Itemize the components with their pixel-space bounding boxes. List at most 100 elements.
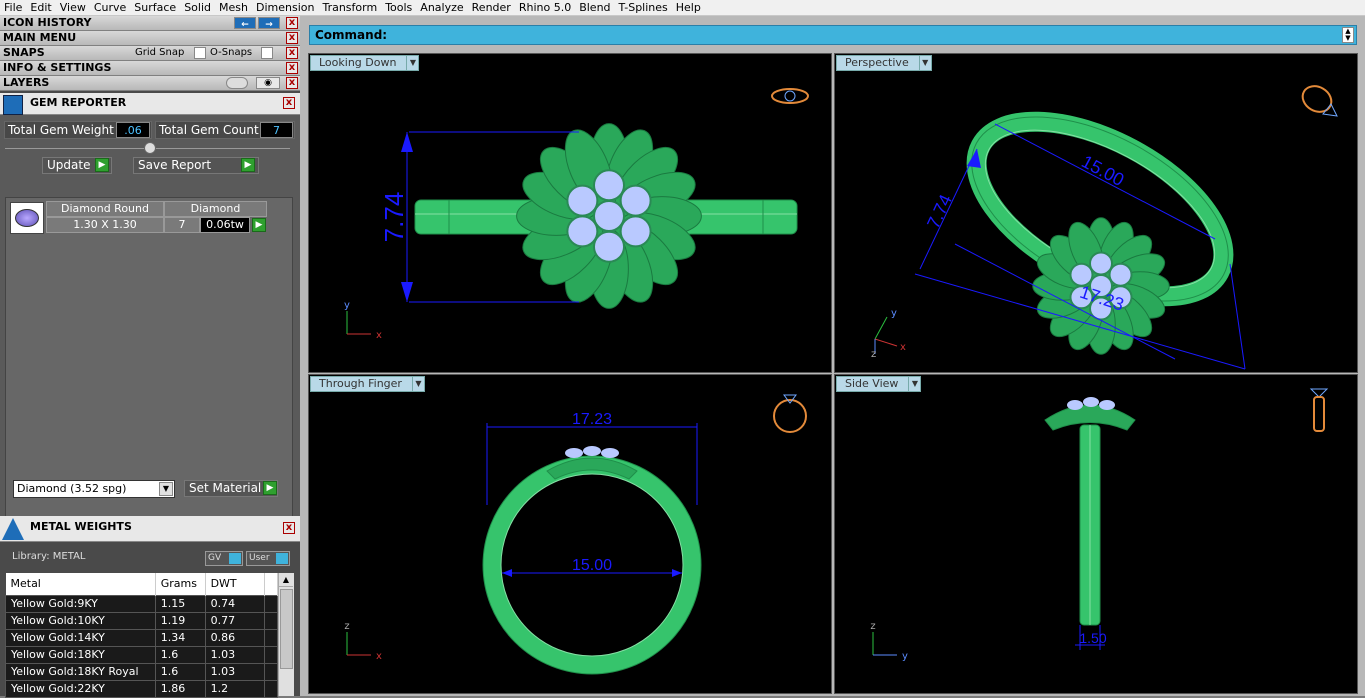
table-cell-spacer — [264, 662, 278, 681]
menu-item[interactable]: Help — [672, 0, 705, 15]
gv-toggle[interactable]: GV — [205, 551, 243, 566]
material-select[interactable]: Diamond (3.52 spg) ▼ — [13, 480, 175, 498]
chevron-up-icon[interactable]: ▲ — [279, 573, 293, 587]
viewport-title-perspective[interactable]: Perspective ▼ — [836, 55, 932, 71]
gem-stone — [619, 184, 652, 217]
play-icon[interactable]: ▶ — [263, 481, 277, 495]
menu-item[interactable]: Mesh — [215, 0, 252, 15]
grid-snap-label[interactable]: Grid Snap — [135, 46, 184, 60]
play-icon[interactable]: ▶ — [95, 158, 109, 172]
chevron-down-icon[interactable]: ▼ — [908, 377, 921, 391]
command-scroll[interactable]: ▲ ▼ — [1342, 27, 1354, 43]
viewport-through-finger[interactable]: 17.23 15.00 z x Through Finger ▼ — [308, 374, 832, 694]
chevron-down-icon[interactable]: ▼ — [406, 56, 419, 70]
menu-item[interactable]: Curve — [90, 0, 130, 15]
column-header[interactable]: Grams — [155, 573, 206, 595]
snaps-header[interactable]: SNAPS Grid Snap O-Snaps x — [0, 46, 300, 61]
close-icon[interactable]: x — [283, 97, 295, 109]
menu-item[interactable]: Solid — [180, 0, 215, 15]
metal-table-scrollbar[interactable]: ▲ — [278, 573, 294, 696]
chevron-down-icon[interactable]: ▼ — [411, 377, 424, 391]
ring-preview-icon — [1309, 388, 1329, 432]
close-icon[interactable]: x — [286, 17, 298, 29]
close-icon[interactable]: x — [286, 32, 298, 44]
forward-arrow-icon[interactable]: → — [258, 17, 280, 30]
viewport-title-looking-down[interactable]: Looking Down ▼ — [310, 55, 420, 71]
ring-preview-icon — [773, 394, 807, 433]
menu-item[interactable]: Surface — [130, 0, 180, 15]
column-header[interactable]: Metal — [5, 573, 156, 595]
chevron-down-icon[interactable]: ▼ — [159, 482, 173, 496]
gem-name-cell: Diamond Round — [46, 201, 164, 217]
menu-item[interactable]: View — [56, 0, 90, 15]
viewport-title-side-view[interactable]: Side View ▼ — [836, 376, 922, 392]
chevron-down-icon[interactable]: ▼ — [918, 56, 931, 70]
menu-item[interactable]: Blend — [575, 0, 614, 15]
scroll-thumb[interactable] — [280, 589, 293, 669]
menu-item[interactable]: T-Splines — [615, 0, 672, 15]
menu-item[interactable]: Rhino 5.0 — [515, 0, 575, 15]
viewport-title-through-finger[interactable]: Through Finger ▼ — [310, 376, 425, 392]
close-icon[interactable]: x — [286, 62, 298, 74]
main-menu-header[interactable]: MAIN MENU x — [0, 31, 300, 46]
table-row[interactable]: Yellow Gold:18KY Royal 1.6 1.03 — [5, 662, 278, 681]
svg-text:z: z — [344, 621, 349, 632]
viewport-side-view[interactable]: 1.50 z y Side View ▼ — [834, 374, 1358, 694]
close-icon[interactable]: x — [283, 522, 295, 534]
menu-item[interactable]: Transform — [318, 0, 381, 15]
viewport-perspective[interactable]: 15.00 7.74 17.23 y x z Perspective ▼ — [834, 53, 1358, 373]
diamond-thumbnail[interactable] — [10, 202, 44, 234]
table-row[interactable]: Yellow Gold:18KY 1.6 1.03 — [5, 645, 278, 664]
command-bar[interactable]: Command: ▲ ▼ — [309, 25, 1357, 45]
perspective-scene: 15.00 7.74 17.23 y x z — [871, 85, 1338, 370]
axis-gizmo: z y — [870, 621, 908, 662]
svg-text:y: y — [344, 300, 350, 311]
gem-qty-cell: 7 — [164, 217, 200, 233]
splitter-handle[interactable] — [144, 142, 156, 154]
table-row[interactable]: Yellow Gold:10KY 1.19 0.77 — [5, 611, 278, 630]
table-cell: Yellow Gold:18KY — [5, 645, 156, 664]
table-cell: Yellow Gold:10KY — [5, 611, 156, 630]
layers-header[interactable]: LAYERS ◉ x — [0, 76, 300, 91]
user-toggle[interactable]: User — [246, 551, 290, 566]
menu-item[interactable]: File — [0, 0, 26, 15]
close-icon[interactable]: x — [286, 77, 298, 89]
table-cell: Yellow Gold:22KY — [5, 679, 156, 698]
o-snaps-toggle[interactable] — [261, 47, 273, 59]
menu-item[interactable]: Edit — [26, 0, 55, 15]
table-row[interactable]: Yellow Gold:9KY 1.15 0.74 — [5, 594, 278, 613]
table-row[interactable]: Yellow Gold:22KY 1.86 1.2 — [5, 679, 278, 698]
layer-visibility-icon[interactable] — [226, 77, 248, 89]
menu-item[interactable]: Render — [468, 0, 515, 15]
eye-icon[interactable]: ◉ — [256, 77, 280, 89]
table-row[interactable]: Yellow Gold:14KY 1.34 0.86 — [5, 628, 278, 647]
menu-item[interactable]: Tools — [381, 0, 416, 15]
viewport-looking-down[interactable]: 7.74 y x Looking Down ▼ — [308, 53, 832, 373]
table-cell: 1.6 — [154, 645, 206, 664]
gem-list-area: Diamond Round Diamond 1.30 X 1.30 7 0.06… — [5, 197, 293, 553]
info-settings-header[interactable]: INFO & SETTINGS x — [0, 61, 300, 76]
table-cell: 1.6 — [154, 662, 206, 681]
gem-stone — [593, 169, 625, 202]
table-cell: 1.03 — [204, 645, 266, 664]
back-arrow-icon[interactable]: ← — [234, 17, 256, 30]
menu-item[interactable]: Dimension — [252, 0, 318, 15]
play-icon[interactable]: ▶ — [241, 158, 255, 172]
table-cell: Yellow Gold:14KY — [5, 628, 156, 647]
gem-stone — [593, 200, 625, 232]
gem-size-cell: 1.30 X 1.30 — [46, 217, 164, 233]
through-finger-scene: 17.23 15.00 z x — [344, 394, 807, 675]
table-cell: 0.77 — [204, 611, 266, 630]
icon-history-header[interactable]: ICON HISTORY ← → x — [0, 16, 300, 31]
menu-item[interactable]: Analyze — [416, 0, 467, 15]
flower-head — [1032, 217, 1170, 355]
play-icon[interactable]: ▶ — [252, 218, 266, 232]
gem-reporter-icon — [3, 95, 23, 115]
o-snaps-label[interactable]: O-Snaps — [210, 46, 252, 60]
table-cell-spacer — [264, 628, 278, 647]
column-header[interactable]: DWT — [205, 573, 266, 595]
close-icon[interactable]: x — [286, 47, 298, 59]
snaps-label: SNAPS — [3, 46, 45, 59]
grid-snap-toggle[interactable] — [194, 47, 206, 59]
viewport-title-label: Perspective — [845, 56, 909, 69]
